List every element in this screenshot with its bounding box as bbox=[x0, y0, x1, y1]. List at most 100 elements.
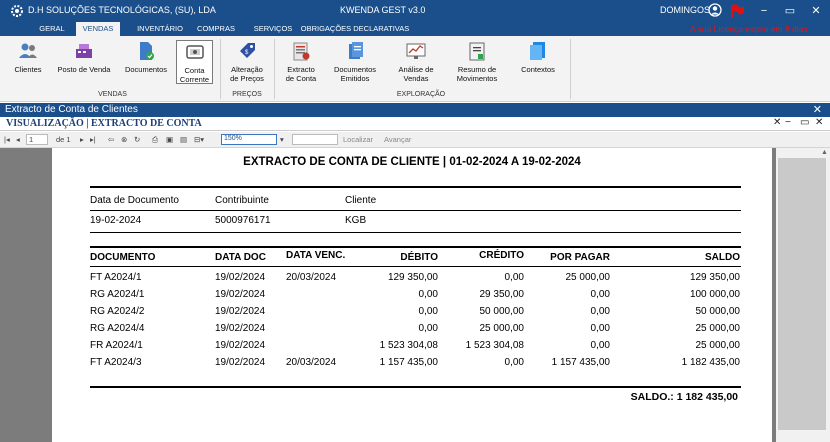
report-title: EXTRACTO DE CONTA DE CLIENTE | 01-02-202… bbox=[243, 156, 581, 168]
cell-documento: RG A2024/1 bbox=[90, 289, 145, 300]
minimize-button[interactable]: − bbox=[756, 3, 772, 19]
cell-data-doc: 19/02/2024 bbox=[215, 323, 266, 334]
restore-button[interactable]: ▭ bbox=[782, 3, 798, 19]
user-name[interactable]: DOMINGOS bbox=[660, 5, 710, 15]
cell-documento: FR A2024/1 bbox=[90, 340, 143, 351]
cell-documento: FT A2024/3 bbox=[90, 357, 142, 368]
current-account-icon bbox=[185, 45, 204, 59]
tab-compras[interactable]: COMPRAS bbox=[192, 22, 240, 36]
scroll-up-icon[interactable]: ▲ bbox=[821, 149, 830, 156]
find-button[interactable]: Localizar bbox=[343, 135, 373, 144]
next-button[interactable]: Avançar bbox=[384, 135, 411, 144]
cell-data-venc: 20/03/2024 bbox=[286, 272, 337, 283]
next-page-icon[interactable]: ▸ bbox=[80, 135, 84, 144]
divider bbox=[90, 186, 741, 188]
documentos-emitidos-button[interactable]: Documentos Emitidos bbox=[330, 40, 380, 83]
price-tag-icon: $ bbox=[240, 43, 255, 58]
column-header: POR PAGAR bbox=[550, 252, 610, 263]
alteracao-de-precos-button[interactable]: $ Alteração de Preços bbox=[226, 40, 268, 83]
close-button[interactable]: ✕ bbox=[808, 3, 824, 19]
cell-credito: 0,00 bbox=[504, 357, 524, 368]
document-check-icon bbox=[140, 42, 154, 60]
column-header: SALDO bbox=[705, 252, 740, 263]
zoom-select[interactable]: 150% bbox=[221, 134, 277, 145]
stop-icon[interactable]: ⊗ bbox=[121, 135, 127, 144]
ribbon-divider bbox=[274, 39, 275, 99]
cell-por-pagar: 0,00 bbox=[590, 289, 610, 300]
resumo-de-movimentos-button[interactable]: Resumo de Movimentos bbox=[450, 40, 504, 83]
tab-geral[interactable]: GERAL bbox=[28, 22, 76, 36]
cell-credito: 29 350,00 bbox=[479, 289, 525, 300]
report-toolbar: |◂ ◂ 1 de 1 ▸ ▸| ⇦ ⊗ ↻ ⎙ ▣ ▤ ⊟▾ 150% ▾ L… bbox=[0, 132, 830, 148]
extracto-de-conta-button[interactable]: Extracto de Conta bbox=[280, 40, 322, 83]
user-icon[interactable] bbox=[708, 3, 722, 17]
refresh-icon[interactable]: ↻ bbox=[134, 135, 140, 144]
back-icon[interactable]: ⇦ bbox=[108, 135, 114, 144]
divider bbox=[90, 386, 741, 388]
report-viewer: EXTRACTO DE CONTA DE CLIENTE | 01-02-202… bbox=[0, 148, 830, 442]
cell-saldo: 25 000,00 bbox=[695, 340, 741, 351]
info-value-client: KGB bbox=[345, 215, 367, 226]
documentos-button[interactable]: Documentos bbox=[122, 40, 170, 74]
print-layout-icon[interactable]: ▣ bbox=[166, 135, 173, 144]
find-input[interactable] bbox=[292, 134, 338, 145]
ribbon-divider bbox=[570, 39, 571, 99]
document-close-icon[interactable]: ✕ bbox=[813, 103, 822, 116]
cell-data-doc: 19/02/2024 bbox=[215, 272, 266, 283]
first-page-icon[interactable]: |◂ bbox=[4, 135, 10, 144]
cell-debito: 129 350,00 bbox=[387, 272, 438, 283]
posto-de-venda-button[interactable]: Posto de Venda bbox=[56, 40, 112, 74]
cell-credito: 50 000,00 bbox=[479, 306, 525, 317]
group-label-vendas: VENDAS bbox=[98, 91, 127, 98]
view-restore-icon[interactable]: ▭ bbox=[800, 117, 809, 128]
prev-page-icon[interactable]: ◂ bbox=[16, 135, 20, 144]
page-number-input[interactable]: 1 bbox=[26, 134, 48, 145]
cell-debito: 0,00 bbox=[418, 306, 438, 317]
contextos-button[interactable]: Contextos bbox=[518, 40, 558, 74]
export-icon[interactable]: ⊟▾ bbox=[194, 135, 204, 144]
chevron-down-icon[interactable]: ▾ bbox=[280, 135, 284, 144]
issued-documents-icon bbox=[349, 42, 363, 59]
cell-data-doc: 19/02/2024 bbox=[215, 306, 266, 317]
view-title: VISUALIZAÇÃO | EXTRACTO DE CONTA bbox=[6, 118, 202, 129]
view-minimize-icon[interactable]: − bbox=[785, 117, 791, 128]
group-label-precos: PREÇOS bbox=[232, 91, 262, 98]
tab-inventario[interactable]: INVENTÁRIO bbox=[124, 22, 196, 36]
tab-servicos[interactable]: SERVIÇOS bbox=[248, 22, 298, 36]
conta-corrente-button[interactable]: Conta Corrente bbox=[176, 40, 213, 84]
last-page-icon[interactable]: ▸| bbox=[90, 135, 96, 144]
cell-por-pagar: 0,00 bbox=[590, 323, 610, 334]
view-close-window-icon[interactable]: ✕ bbox=[815, 117, 823, 128]
account-statement-icon bbox=[293, 42, 310, 61]
cell-saldo: 25 000,00 bbox=[695, 323, 741, 334]
info-value-date: 19-02-2024 bbox=[90, 215, 142, 226]
cell-debito: 0,00 bbox=[418, 289, 438, 300]
sales-chart-icon bbox=[406, 43, 426, 59]
cell-debito: 1 523 304,08 bbox=[379, 340, 438, 351]
app-title: KWENDA GEST v3.0 bbox=[340, 5, 426, 15]
company-name: D.H SOLUÇÕES TECNOLÓGICAS, (SU), LDA bbox=[28, 5, 216, 15]
analise-de-vendas-button[interactable]: Análise de Vendas bbox=[392, 40, 440, 83]
cell-data-venc: 20/03/2024 bbox=[286, 357, 337, 368]
clientes-button[interactable]: Clientes bbox=[10, 40, 46, 74]
column-header: CRÉDITO bbox=[479, 250, 524, 261]
license-warning: A sua Licença expira em 8 dias bbox=[690, 24, 808, 34]
cell-documento: RG A2024/2 bbox=[90, 306, 145, 317]
saldo-total: SALDO.: 1 182 435,00 bbox=[630, 391, 738, 403]
vertical-scrollbar[interactable]: ▲ bbox=[776, 148, 830, 442]
page-setup-icon[interactable]: ▤ bbox=[180, 135, 187, 144]
cell-por-pagar: 25 000,00 bbox=[565, 272, 611, 283]
view-close-icon[interactable]: ✕ bbox=[773, 117, 781, 128]
notification-flag-icon[interactable] bbox=[729, 3, 745, 19]
gear-logo-icon bbox=[11, 5, 23, 17]
report-page: EXTRACTO DE CONTA DE CLIENTE | 01-02-202… bbox=[52, 148, 772, 442]
print-icon[interactable]: ⎙ bbox=[152, 135, 158, 145]
tab-vendas[interactable]: VENDAS bbox=[76, 22, 120, 36]
cell-credito: 25 000,00 bbox=[479, 323, 525, 334]
view-header: VISUALIZAÇÃO | EXTRACTO DE CONTA ✕ − ▭ ✕ bbox=[0, 117, 830, 131]
tab-obrigacoes-declarativas[interactable]: OBRIGAÇÕES DECLARATIVAS bbox=[300, 22, 410, 36]
document-window-title: Extracto de Conta de Clientes bbox=[5, 104, 138, 115]
users-icon bbox=[19, 43, 37, 58]
scrollbar-thumb[interactable] bbox=[778, 158, 826, 430]
column-header: DATA DOC bbox=[215, 252, 266, 263]
